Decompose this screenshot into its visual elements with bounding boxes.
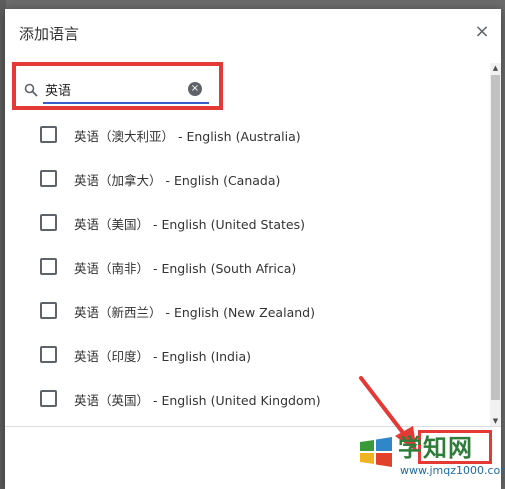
windows-logo-icon: [360, 437, 392, 467]
scrollbar[interactable]: ▲ ▼: [490, 63, 501, 426]
language-option[interactable]: 英语（南非） - English (South Africa): [5, 244, 485, 288]
language-option[interactable]: 英语（美国） - English (United States): [5, 200, 485, 244]
language-option[interactable]: 英语（加拿大） - English (Canada): [5, 156, 485, 200]
language-label: 英语（英国） - English (United Kingdom): [74, 393, 321, 408]
scrollbar-thumb[interactable]: [491, 75, 500, 400]
clear-search-icon[interactable]: ×: [188, 82, 202, 96]
checkbox[interactable]: [40, 126, 57, 143]
checkbox[interactable]: [40, 390, 57, 407]
search-underline: [43, 102, 209, 104]
language-label: 英语（新西兰） - English (New Zealand): [74, 305, 315, 320]
scroll-up-icon[interactable]: ▲: [490, 63, 501, 73]
language-label: 英语（印度） - English (India): [74, 349, 251, 364]
checkbox[interactable]: [40, 346, 57, 363]
close-icon[interactable]: ×: [473, 23, 491, 41]
language-option[interactable]: 英语（新西兰） - English (New Zealand): [5, 288, 485, 332]
language-label: 英语（澳大利亚） - English (Australia): [74, 129, 301, 144]
language-label: 英语（加拿大） - English (Canada): [74, 173, 281, 188]
language-option[interactable]: 英语（澳大利亚） - English (Australia): [5, 112, 485, 156]
search-icon: [24, 83, 38, 97]
checkbox[interactable]: [40, 302, 57, 319]
watermark-url: www.jmqz1000.com: [400, 464, 505, 477]
language-label: 英语（美国） - English (United States): [74, 217, 305, 232]
dialog-title: 添加语言: [19, 25, 80, 43]
checkbox[interactable]: [40, 214, 57, 231]
watermark: 学知网 www.jmqz1000.com: [348, 424, 505, 486]
search-input[interactable]: [45, 78, 185, 100]
add-language-dialog: 添加语言 × × 英语（澳大利亚） - English (Australia) …: [5, 9, 501, 489]
watermark-name: 学知网: [398, 434, 473, 462]
checkbox[interactable]: [40, 170, 57, 187]
language-label: 英语（南非） - English (South Africa): [74, 261, 297, 276]
checkbox[interactable]: [40, 258, 57, 275]
language-option[interactable]: 英语（印度） - English (India): [5, 332, 485, 376]
